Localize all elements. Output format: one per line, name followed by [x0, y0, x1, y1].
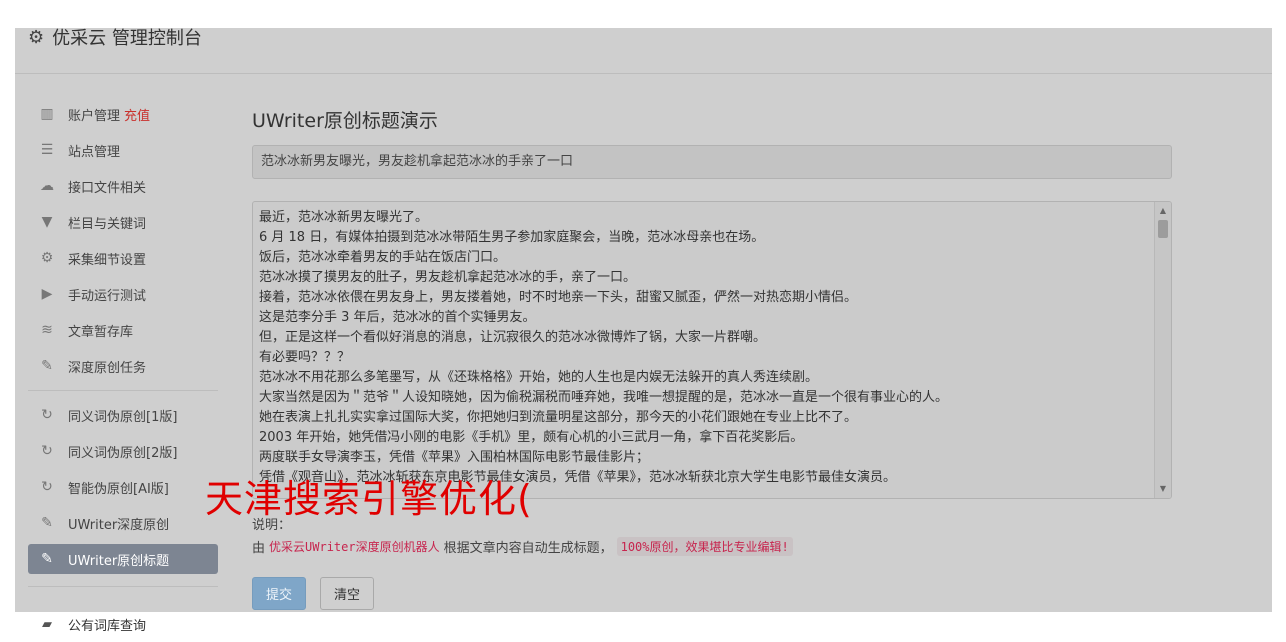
generated-title-field[interactable]: 范冰冰新男友曝光，男友趁机拿起范冰冰的手亲了一口	[252, 145, 1172, 179]
article-line: 范冰冰摸了摸男友的肚子，男友趁机拿起范冰冰的手，亲了一口。	[259, 270, 637, 285]
scroll-thumb[interactable]	[1158, 220, 1168, 238]
sidebar-item-interface-files[interactable]: ☁ 接口文件相关	[28, 168, 218, 204]
textarea-scrollbar[interactable]: ▲ ▼	[1154, 202, 1171, 498]
note-line: 由 优采云UWriter深度原创机器人 根据文章内容自动生成标题， 100%原创…	[252, 537, 793, 556]
article-textarea[interactable]: 最近，范冰冰新男友曝光了。 6 月 18 日，有媒体拍摄到范冰冰带陌生男子参加家…	[252, 201, 1172, 499]
sidebar-item-synonym-v2[interactable]: ↻ 同义词伪原创[2版]	[28, 433, 218, 469]
uwriter-robot-link[interactable]: 优采云UWriter深度原创机器人	[269, 538, 440, 555]
refresh-icon: ↻	[41, 479, 53, 495]
edit-icon: ✎	[41, 358, 53, 374]
edit-icon: ✎	[41, 515, 53, 531]
refresh-icon: ↻	[41, 407, 53, 423]
submit-button[interactable]: 提交	[252, 577, 306, 610]
sidebar-item-uwriter-title[interactable]: ✎ UWriter原创标题	[28, 544, 218, 574]
sidebar-item-label: 同义词伪原创[1版]	[68, 409, 178, 425]
main-content: UWriter原创标题演示 范冰冰新男友曝光，男友趁机拿起范冰冰的手亲了一口 最…	[252, 100, 1172, 499]
recharge-link[interactable]: 充值	[124, 109, 150, 124]
sidebar-item-label: 账户管理	[68, 108, 121, 124]
database-icon: ≋	[41, 322, 53, 338]
sidebar-item-article-store[interactable]: ≋ 文章暂存库	[28, 312, 218, 348]
book-icon: ▰	[42, 616, 52, 632]
sidebar-item-sites[interactable]: ☰ 站点管理	[28, 132, 218, 168]
sidebar-item-manual-run[interactable]: ▶ 手动运行测试	[28, 276, 218, 312]
note-prefix: 由	[252, 541, 266, 556]
article-line: 有必要吗？？？	[259, 350, 351, 365]
app-header: ⚙ 优采云 管理控制台	[28, 22, 202, 52]
sidebar: ▥ 账户管理 充值 ☰ 站点管理 ☁ 接口文件相关 ▼ 栏目与关键词 ⚙ 采集细节…	[28, 96, 218, 593]
article-line: 最近，范冰冰新男友曝光了。	[259, 210, 429, 225]
play-circle-icon: ▶	[41, 286, 53, 302]
note-highlight: 100%原创，效果堪比专业编辑!	[616, 537, 793, 556]
article-line: 接着，范冰冰依偎在男友身上，男友搂着她，时不时地亲一下头，甜蜜又腻歪，俨然一对热…	[259, 290, 858, 305]
left-margin	[0, 0, 15, 642]
gear-icon: ⚙	[28, 26, 45, 48]
bottom-margin	[0, 612, 1286, 642]
page-title: UWriter原创标题演示	[252, 110, 438, 132]
sidebar-item-label: 文章暂存库	[68, 324, 134, 340]
sidebar-item-label: 接口文件相关	[68, 180, 147, 196]
note-label: 说明：	[252, 518, 292, 533]
sidebar-item-deep-original-task[interactable]: ✎ 深度原创任务	[28, 348, 218, 384]
app-title: 优采云 管理控制台	[52, 28, 202, 49]
article-line: 2003 年开始，她凭借冯小刚的电影《手机》里，颇有心机的小三武月一角，拿下百花…	[259, 430, 804, 445]
note-middle: 根据文章内容自动生成标题，	[443, 541, 613, 556]
scroll-down-arrow-icon[interactable]: ▼	[1155, 482, 1171, 496]
cogs-icon: ⚙	[40, 250, 54, 266]
sidebar-item-label: UWriter原创标题	[68, 553, 170, 569]
edit-icon: ✎	[41, 551, 53, 567]
sidebar-item-label: 手动运行测试	[68, 288, 147, 304]
sidebar-item-account[interactable]: ▥ 账户管理 充值	[28, 96, 218, 132]
sidebar-item-label: 站点管理	[68, 144, 121, 160]
clear-button[interactable]: 清空	[320, 577, 374, 610]
header-divider	[15, 73, 1272, 74]
sidebar-item-uwriter-deep[interactable]: ✎ UWriter深度原创	[28, 505, 218, 541]
scroll-up-arrow-icon[interactable]: ▲	[1155, 204, 1171, 218]
sidebar-item-collect-settings[interactable]: ⚙ 采集细节设置	[28, 240, 218, 276]
filter-icon: ▼	[41, 214, 53, 230]
right-margin	[1272, 0, 1286, 642]
article-line: 两度联手女导演李玉，凭借《苹果》入围柏林国际电影节最佳影片；	[259, 450, 650, 465]
article-line: 她在表演上扎扎实实拿过国际大奖，你把她归到流量明星这部分，那今天的小花们跟她在专…	[259, 410, 858, 425]
article-line: 这是范李分手 3 年后，范冰冰的首个实锤男友。	[259, 310, 536, 325]
sidebar-item-synonym-v1[interactable]: ↻ 同义词伪原创[1版]	[28, 397, 218, 433]
cloud-upload-icon: ☁	[40, 178, 54, 194]
sidebar-item-label: 公有词库查询	[68, 618, 147, 634]
sidebar-item-label: 同义词伪原创[2版]	[68, 445, 178, 461]
sidebar-item-columns-keywords[interactable]: ▼ 栏目与关键词	[28, 204, 218, 240]
refresh-icon: ↻	[41, 443, 53, 459]
sidebar-item-label: 采集细节设置	[68, 252, 147, 268]
server-icon: ☰	[40, 142, 54, 158]
sidebar-item-label: 智能伪原创[AI版]	[68, 481, 169, 497]
sidebar-divider	[28, 586, 218, 587]
bar-chart-icon: ▥	[40, 106, 54, 122]
sidebar-item-ai-rewrite[interactable]: ↻ 智能伪原创[AI版]	[28, 469, 218, 505]
article-line: 范冰冰不用花那么多笔墨写，从《还珠格格》开始，她的人生也是内娱无法躲开的真人秀连…	[259, 370, 819, 385]
article-line: 饭后，范冰冰牵着男友的手站在饭店门口。	[259, 250, 507, 265]
article-line: 6 月 18 日，有媒体拍摄到范冰冰带陌生男子参加家庭聚会，当晚，范冰冰母亲也在…	[259, 230, 765, 245]
article-line: 大家当然是因为＂范爷＂人设知晓她，因为偷税漏税而唾弃她，我唯一想提醒的是，范冰冰…	[259, 390, 949, 405]
sidebar-item-label: 深度原创任务	[68, 360, 147, 376]
sidebar-item-label: 栏目与关键词	[68, 216, 147, 232]
article-text: 最近，范冰冰新男友曝光了。 6 月 18 日，有媒体拍摄到范冰冰带陌生男子参加家…	[253, 202, 1171, 488]
article-line: 但，正是这样一个看似好消息的消息，让沉寂很久的范冰冰微博炸了锅，大家一片群嘲。	[259, 330, 767, 345]
sidebar-item-label: UWriter深度原创	[68, 517, 170, 533]
sidebar-item-public-lexicon[interactable]: ▰ 公有词库查询	[28, 608, 146, 640]
sidebar-divider	[28, 390, 218, 391]
